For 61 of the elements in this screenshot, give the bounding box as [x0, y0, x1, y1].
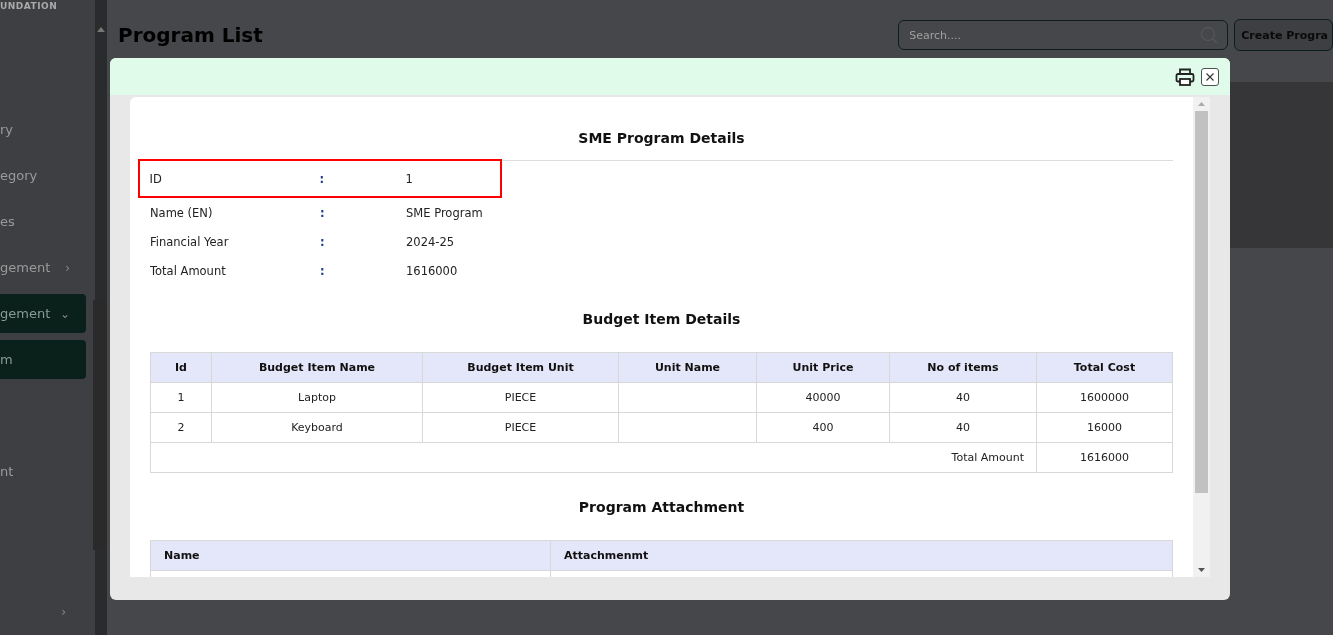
sidebar-item[interactable]: es: [0, 202, 86, 241]
brand-text: UNDATION: [0, 1, 59, 13]
page-title: Program List: [118, 23, 264, 47]
colon-separator: :: [320, 263, 326, 278]
chevron-icon: ›: [61, 604, 66, 619]
field-label: ID: [149, 171, 163, 186]
table-cell: PIECE: [422, 412, 619, 443]
scrollbar-thumb[interactable]: [1195, 111, 1208, 493]
column-header: Attachmenmt: [550, 540, 1173, 571]
table-cell: 40: [889, 382, 1037, 413]
table-cell: Laptop: [211, 382, 423, 413]
colon-separator: :: [320, 205, 326, 220]
table-cell: Keyboard: [211, 412, 423, 443]
chevron-icon: ›: [65, 260, 70, 275]
section-title: SME Program Details: [577, 130, 746, 146]
scroll-down-icon: [1198, 568, 1205, 572]
table-cell: 40000: [756, 382, 890, 413]
sidebar-item[interactable]: gement ›: [0, 248, 86, 287]
colon-separator: :: [320, 234, 326, 249]
section-title: Budget Item Details: [581, 311, 742, 327]
scrollbar[interactable]: [1193, 97, 1210, 577]
printer-icon: [1175, 67, 1195, 86]
table-cell: 1600000: [1036, 382, 1173, 413]
close-icon: [1206, 72, 1214, 81]
field-value: 2024-25: [406, 234, 455, 249]
column-header: Total Cost: [1036, 352, 1173, 383]
field-value: 1616000: [406, 263, 458, 278]
table-cell: 2: [150, 412, 212, 443]
table-cell: 1: [150, 382, 212, 413]
sidebar-item[interactable]: ›: [0, 592, 86, 631]
column-header: Unit Price: [756, 352, 890, 383]
caret-up-icon: [97, 27, 105, 32]
sidebar-item[interactable]: nt: [0, 452, 86, 491]
field-label: Total Amount: [150, 263, 227, 278]
close-button[interactable]: [1201, 67, 1219, 86]
print-button[interactable]: [1175, 67, 1195, 86]
sidebar-item[interactable]: ry: [0, 110, 86, 149]
total-label: Total Amount: [150, 442, 1037, 473]
column-header: Name: [150, 540, 551, 571]
total-value: 1616000: [1036, 442, 1173, 473]
column-header: No of items: [889, 352, 1037, 383]
table-cell: 16000: [1036, 412, 1173, 443]
colon-separator: :: [319, 171, 326, 186]
chevron-icon: ⌄: [59, 306, 70, 321]
scroll-up-icon: [1198, 102, 1205, 106]
field-value: SME Program: [406, 205, 483, 220]
column-header: Id: [150, 352, 212, 383]
field-label: Financial Year: [150, 234, 230, 249]
field-value: 1: [405, 171, 413, 186]
field-label: Name (EN): [150, 205, 214, 220]
sidebar-item[interactable]: gement ⌄: [0, 294, 86, 333]
search-field[interactable]: Search....: [898, 20, 1229, 50]
sidebar-item[interactable]: m: [0, 340, 86, 379]
sidebar-item[interactable]: egory: [0, 156, 86, 195]
column-header: Budget Item Name: [211, 352, 423, 383]
table-cell: PIECE: [422, 382, 619, 413]
table-cell: 400: [756, 412, 890, 443]
table-cell: 40: [889, 412, 1037, 443]
column-header: Budget Item Unit: [422, 352, 619, 383]
column-header: Unit Name: [618, 352, 757, 383]
section-title: Program Attachment: [577, 499, 746, 515]
